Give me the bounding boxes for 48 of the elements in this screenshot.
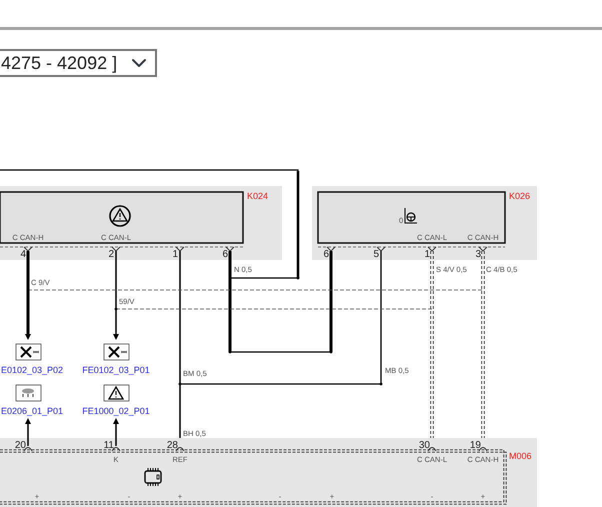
range-select[interactable]: 4275 - 42092 ]	[0, 49, 157, 77]
pin-number: 28	[166, 440, 178, 451]
pin-marker	[478, 447, 488, 452]
junction-dot	[330, 350, 332, 354]
module-label: K026	[509, 191, 530, 201]
pin-number: 1	[172, 249, 178, 260]
pin-number: 30	[418, 440, 430, 451]
wire	[113, 418, 119, 446]
warning-circle-icon	[109, 205, 131, 227]
module-label: K024	[247, 191, 268, 201]
junction-dot	[380, 382, 382, 386]
pin-marker	[176, 246, 184, 252]
pin-number: 6	[222, 249, 228, 260]
indicator-icon[interactable]	[16, 384, 42, 402]
connector-link[interactable]: E0206_01_P01	[1, 406, 64, 416]
wire	[25, 418, 31, 446]
connector-icon[interactable]	[104, 344, 130, 360]
pin-marker	[478, 246, 488, 252]
junction-dot	[296, 276, 300, 280]
pin-number: 1	[424, 249, 430, 260]
module-label: M006	[509, 451, 532, 461]
connector-icon[interactable]	[16, 344, 42, 360]
steering-wheel-icon	[404, 208, 418, 224]
chip-icon	[144, 468, 162, 486]
pin-marker	[226, 246, 234, 252]
pin-marker	[24, 246, 32, 252]
pin-number: 2	[108, 249, 114, 260]
pin-marker	[112, 447, 120, 452]
junction-dot	[178, 382, 182, 386]
pin-number: 4	[20, 249, 26, 260]
connector-link[interactable]: E0102_03_P02	[1, 365, 64, 375]
pin-number: 20	[14, 440, 26, 451]
pin-number: 19	[470, 440, 481, 451]
junction-dot	[228, 350, 232, 354]
pin-number: 5	[373, 249, 379, 260]
pin-marker	[428, 246, 436, 252]
pin-number: 6	[323, 249, 329, 260]
pin-number: 3	[475, 249, 481, 260]
pin-marker	[376, 246, 386, 252]
pin-marker	[24, 447, 32, 452]
pin-number: 11	[104, 440, 114, 451]
pin-marker	[176, 447, 184, 452]
connector-link[interactable]: FE0102_03_P01	[82, 365, 150, 375]
pin-marker	[428, 447, 436, 452]
connector-link[interactable]: FE1000_02_P01	[82, 406, 150, 416]
pin-marker	[326, 246, 336, 252]
pin-marker	[112, 246, 120, 252]
junction-dot	[114, 308, 118, 310]
